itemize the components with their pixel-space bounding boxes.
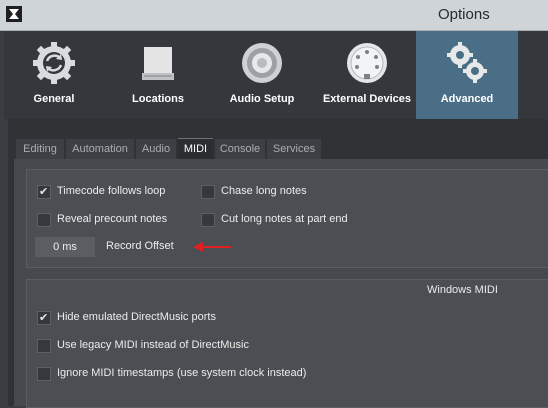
use-legacy-midi-checkbox[interactable] xyxy=(37,339,51,353)
tab-editing[interactable]: Editing xyxy=(16,139,64,159)
tab-midi[interactable]: MIDI xyxy=(178,138,213,160)
toolbar-advanced-label: Advanced xyxy=(440,93,494,105)
toolbar-locations-button[interactable]: Locations xyxy=(108,31,208,119)
title-bar: Options xyxy=(0,0,548,31)
window-title: Options xyxy=(438,6,490,23)
gears-icon xyxy=(447,42,487,83)
toolbar-audio-setup-label: Audio Setup xyxy=(229,93,295,105)
toolbar-general-label: General xyxy=(33,93,75,105)
ignore-midi-timestamps-checkbox[interactable] xyxy=(37,367,51,381)
toolbar-external-devices-label: External Devices xyxy=(322,93,412,105)
gear-refresh-icon xyxy=(33,42,75,84)
tab-console[interactable]: Console xyxy=(215,139,265,159)
chase-long-notes-label: Chase long notes xyxy=(221,185,307,197)
drive-icon xyxy=(142,47,174,80)
cut-long-notes-checkbox[interactable] xyxy=(201,213,215,227)
reveal-precount-notes-checkbox[interactable] xyxy=(37,213,51,227)
toolbar-advanced-button[interactable]: Advanced xyxy=(416,31,518,119)
windows-midi-heading: Windows MIDI xyxy=(427,284,498,296)
tab-audio[interactable]: Audio xyxy=(136,139,176,159)
record-offset-label: Record Offset xyxy=(106,240,174,252)
hide-emulated-directmusic-label: Hide emulated DirectMusic ports xyxy=(57,311,216,323)
toolbar-audio-setup-button[interactable]: Audio Setup xyxy=(212,31,312,119)
midi-settings-content: ✔ Timecode follows loop Chase long notes… xyxy=(14,159,548,408)
windows-midi-group: Windows MIDI ✔ Hide emulated DirectMusic… xyxy=(26,279,548,408)
reveal-precount-notes-label: Reveal precount notes xyxy=(57,213,168,225)
record-offset-input[interactable]: 0 ms xyxy=(35,237,95,257)
app-logo-icon xyxy=(6,6,22,22)
toolbar-external-devices-button[interactable]: External Devices xyxy=(316,31,418,119)
checkmark-icon: ✔ xyxy=(39,312,49,324)
toolbar-locations-label: Locations xyxy=(132,93,184,105)
options-toolbar: General Locations Audio Setup External D… xyxy=(4,31,548,119)
annotation-arrow-icon xyxy=(193,242,231,252)
tab-services[interactable]: Services xyxy=(267,139,321,159)
speaker-icon xyxy=(242,43,282,83)
chase-long-notes-checkbox[interactable] xyxy=(201,185,215,199)
use-legacy-midi-label: Use legacy MIDI instead of DirectMusic xyxy=(57,339,249,351)
midi-options-group: ✔ Timecode follows loop Chase long notes… xyxy=(26,169,548,268)
midi-connector-icon xyxy=(347,43,387,83)
ignore-midi-timestamps-label: Ignore MIDI timestamps (use system clock… xyxy=(57,367,307,379)
hide-emulated-directmusic-checkbox[interactable]: ✔ xyxy=(37,311,51,325)
checkmark-icon: ✔ xyxy=(39,186,49,198)
timecode-follows-loop-label: Timecode follows loop xyxy=(57,185,166,197)
cut-long-notes-label: Cut long notes at part end xyxy=(221,213,348,225)
tab-automation[interactable]: Automation xyxy=(66,139,134,159)
advanced-panel: Editing Automation Audio MIDI Console Se… xyxy=(8,119,548,408)
toolbar-general-button[interactable]: General xyxy=(4,31,104,119)
timecode-follows-loop-checkbox[interactable]: ✔ xyxy=(37,185,51,199)
